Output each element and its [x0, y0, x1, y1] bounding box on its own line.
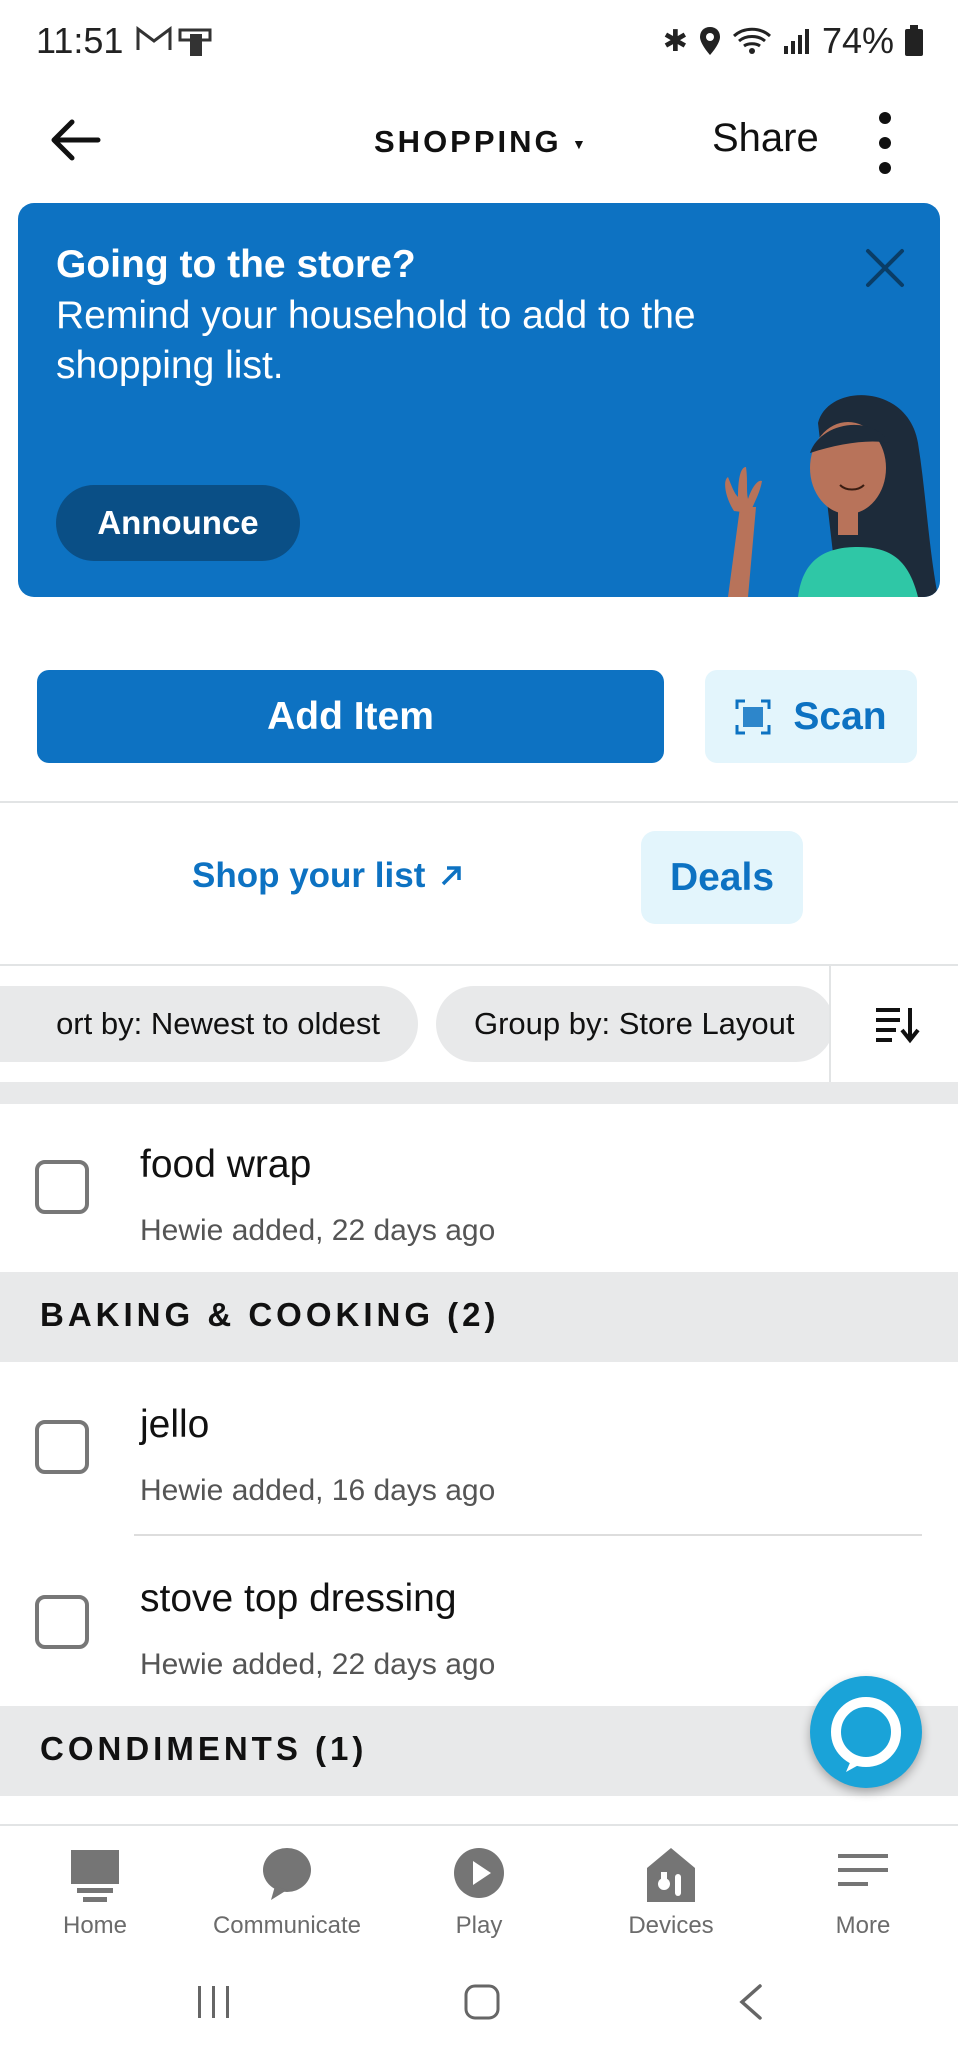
share-button[interactable]: Share	[712, 116, 819, 161]
divider	[134, 1534, 922, 1536]
home-icon	[71, 1850, 119, 1902]
dropdown-caret-icon[interactable]: ▼	[572, 136, 586, 152]
item-name[interactable]: food wrap	[140, 1143, 311, 1187]
scan-icon	[735, 699, 771, 734]
home-nav-icon[interactable]	[462, 1982, 502, 2022]
woman-waving-illustration	[725, 395, 938, 597]
menu-icon	[838, 1854, 888, 1886]
item-name[interactable]: stove top dressing	[140, 1577, 457, 1621]
battery-icon	[905, 25, 923, 56]
back-arrow-icon[interactable]	[48, 112, 104, 168]
recents-icon[interactable]	[196, 1982, 232, 2022]
more-options-icon[interactable]	[870, 98, 900, 188]
nav-label: Devices	[628, 1912, 714, 1939]
add-item-button[interactable]: Add Item	[37, 670, 664, 763]
sort-icon[interactable]	[872, 998, 924, 1050]
nav-devices[interactable]: Devices	[576, 1826, 766, 1962]
nav-communicate[interactable]: Communicate	[192, 1826, 382, 1962]
shop-your-list-link[interactable]: Shop your list	[192, 856, 463, 896]
announce-banner: Going to the store? Remind your househol…	[18, 203, 940, 597]
battery-percent: 74%	[821, 20, 894, 61]
bottom-nav: Home Communicate Play Devices More	[0, 1824, 958, 1962]
chat-bubble-icon	[263, 1848, 311, 1900]
announce-button[interactable]: Announce	[56, 485, 300, 561]
alexa-icon	[831, 1697, 901, 1772]
nav-label: Home	[62, 1912, 128, 1939]
status-right: ✱ 74%	[663, 20, 924, 62]
back-nav-icon[interactable]	[736, 1982, 766, 2022]
banner-body: Remind your household to add to the shop…	[56, 294, 696, 387]
divider	[829, 966, 831, 1082]
status-time: 11:51	[36, 20, 124, 61]
section-strip	[0, 1082, 958, 1104]
item-name[interactable]: jello	[140, 1403, 209, 1447]
deals-button[interactable]: Deals	[641, 831, 803, 924]
scan-label: Scan	[793, 694, 887, 738]
nav-play[interactable]: Play	[384, 1826, 574, 1962]
item-meta: Hewie added, 22 days ago	[140, 1214, 496, 1247]
location-icon	[699, 27, 720, 55]
signal-icon	[783, 29, 809, 54]
divider	[0, 801, 958, 803]
sort-chip[interactable]: ort by: Newest to oldest	[0, 986, 418, 1062]
banner-heading: Going to the store?	[56, 243, 416, 286]
nav-label: More	[835, 1912, 891, 1939]
group-chip[interactable]: Group by: Store Layout	[436, 986, 830, 1062]
gmail-icon	[136, 26, 172, 50]
section-title: BAKING & COOKING (2)	[40, 1296, 500, 1333]
status-bar: 11:51 ✱ 74%	[0, 0, 958, 84]
device-icon	[178, 28, 212, 56]
filter-chips: ort by: Newest to oldest Group by: Store…	[0, 966, 830, 1082]
list-title[interactable]: SHOPPING	[374, 124, 562, 160]
nav-more[interactable]: More	[768, 1826, 958, 1962]
section-title: CONDIMENTS (1)	[40, 1730, 368, 1767]
item-checkbox[interactable]	[35, 1420, 89, 1474]
nav-home[interactable]: Home	[0, 1826, 190, 1962]
item-meta: Hewie added, 16 days ago	[140, 1474, 496, 1507]
item-checkbox[interactable]	[35, 1595, 89, 1649]
devices-icon	[647, 1848, 695, 1902]
alexa-button[interactable]	[810, 1676, 922, 1788]
system-nav	[0, 1960, 958, 2057]
section-header: BAKING & COOKING (2)	[0, 1272, 958, 1362]
nav-label: Play	[455, 1912, 503, 1939]
item-meta: Hewie added, 22 days ago	[140, 1648, 496, 1681]
bluetooth-icon: ✱	[662, 24, 688, 58]
scan-button[interactable]: Scan	[705, 670, 917, 763]
item-checkbox[interactable]	[35, 1160, 89, 1214]
play-icon	[454, 1848, 504, 1898]
external-arrow-icon	[442, 866, 462, 886]
shop-your-list-label: Shop your list	[192, 856, 426, 895]
close-icon[interactable]	[860, 243, 910, 293]
wifi-icon	[732, 27, 771, 54]
nav-label: Communicate	[212, 1912, 362, 1939]
